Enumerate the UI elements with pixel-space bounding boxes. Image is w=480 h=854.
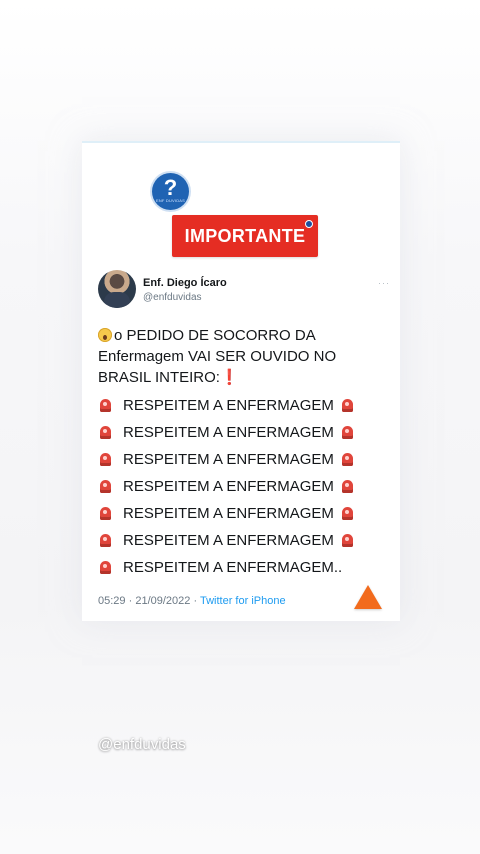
tweet-intro: o PEDIDO DE SOCORRO DA Enfermagem VAI SE…	[98, 325, 368, 388]
tweet-source-link[interactable]: Twitter for iPhone	[200, 595, 286, 607]
rotating-light-icon	[341, 452, 353, 466]
tweet-line: RESPEITEM A ENFERMAGEM	[98, 421, 353, 443]
logo-symbol: ?	[163, 175, 178, 200]
rotating-light-icon	[341, 425, 353, 439]
rotating-light-icon	[341, 506, 353, 520]
author-name[interactable]: Enf. Diego Ícaro	[143, 277, 227, 289]
rotating-light-icon	[100, 479, 111, 493]
tweet-line-text: RESPEITEM A ENFERMAGEM	[123, 531, 334, 549]
rotating-light-icon	[100, 560, 111, 574]
rotating-light-icon	[100, 506, 111, 520]
tweet-line-text: RESPEITEM A ENFERMAGEM..	[123, 558, 343, 576]
tweet-line: RESPEITEM A ENFERMAGEM	[98, 475, 353, 497]
tweet-line-text: RESPEITEM A ENFERMAGEM	[123, 477, 334, 495]
question-logo-icon: ? ENF DUVIDAS	[152, 173, 189, 210]
tweet-line-text: RESPEITEM A ENFERMAGEM	[123, 450, 334, 468]
rotating-light-icon	[341, 398, 353, 412]
author-handle[interactable]: @enfduvidas	[143, 292, 202, 303]
tweet-line-text: RESPEITEM A ENFERMAGEM	[123, 504, 334, 522]
tweet-line: RESPEITEM A ENFERMAGEM	[98, 529, 353, 551]
rotating-light-icon	[341, 533, 353, 547]
scream-emoji-icon	[98, 328, 112, 342]
tweet-meta: 05:29 · 21/09/2022 · Twitter for iPhone	[98, 595, 286, 607]
meta-separator: ·	[128, 595, 133, 607]
rotating-light-icon	[100, 452, 111, 466]
rotating-light-icon	[341, 479, 353, 493]
orange-triangle-icon	[354, 585, 382, 609]
rotating-light-icon	[100, 425, 111, 439]
more-options-icon[interactable]: ···	[378, 278, 390, 288]
exclamation-icon: ❗	[219, 369, 239, 386]
logo-tiny-text: ENF DUVIDAS	[155, 198, 186, 203]
rotating-light-icon	[100, 533, 111, 547]
watermark: @enfduvidas	[98, 736, 186, 753]
banner-accent-icon	[305, 220, 313, 228]
tweet-line: RESPEITEM A ENFERMAGEM..	[98, 556, 342, 578]
tweet-line-text: RESPEITEM A ENFERMAGEM	[123, 423, 334, 441]
important-banner: IMPORTANTE	[172, 215, 318, 257]
tweet-time: 05:29	[98, 595, 126, 607]
tweet-line: RESPEITEM A ENFERMAGEM	[98, 394, 353, 416]
important-label: IMPORTANTE	[184, 225, 306, 246]
rotating-light-icon	[100, 398, 111, 412]
tweet-line: RESPEITEM A ENFERMAGEM	[98, 502, 353, 524]
tweet-date: 21/09/2022	[135, 595, 191, 607]
meta-separator: ·	[193, 595, 198, 607]
tweet-line-text: RESPEITEM A ENFERMAGEM	[123, 396, 334, 414]
avatar[interactable]	[98, 270, 136, 308]
tweet-line: RESPEITEM A ENFERMAGEM	[98, 448, 353, 470]
tweet-intro-text: o PEDIDO DE SOCORRO DA Enfermagem VAI SE…	[98, 327, 337, 386]
